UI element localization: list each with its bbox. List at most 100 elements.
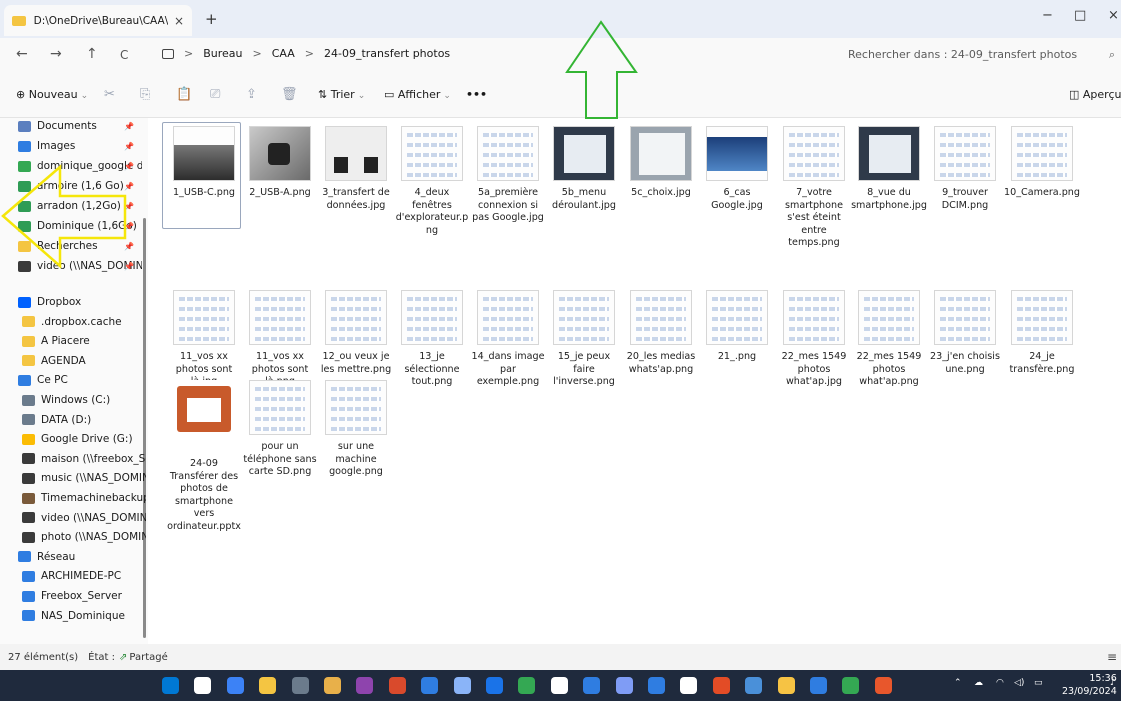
taskbar-app-icon[interactable] xyxy=(550,677,568,694)
sidebar-quick-item[interactable]: Documents 📌 xyxy=(18,120,142,132)
file-item[interactable]: 22_mes 1549 photos what'ap.png xyxy=(851,290,927,389)
taskbar-app-icon[interactable] xyxy=(680,677,698,694)
sidebar-tree-item[interactable]: Réseau xyxy=(18,551,142,563)
file-item[interactable]: 6_cas Google.jpg xyxy=(699,126,775,212)
file-item[interactable]: 22_mes 1549 photos what'ap.jpg xyxy=(776,290,852,389)
file-item[interactable]: 20_les medias whats'ap.png xyxy=(623,290,699,376)
sidebar-tree-item[interactable]: video (\\NAS_DOMINIQU xyxy=(22,512,146,524)
sidebar-tree-item[interactable]: A Piacere xyxy=(22,335,146,347)
file-item[interactable]: 9_trouver DCIM.png xyxy=(927,126,1003,212)
file-item[interactable]: 11_vos xx photos sont là.jpg xyxy=(166,290,242,389)
refresh-button[interactable]: C xyxy=(120,48,128,62)
share-icon[interactable]: ⇪ xyxy=(246,87,257,102)
taskbar-app-icon[interactable] xyxy=(226,677,244,694)
sidebar-tree-item[interactable]: NAS_Dominique xyxy=(22,610,146,622)
sidebar-tree-item[interactable]: .dropbox.cache xyxy=(22,316,146,328)
chevron-up-icon[interactable]: ⌃ xyxy=(954,678,962,688)
taskbar-app-icon[interactable] xyxy=(745,677,763,694)
search-input[interactable]: Rechercher dans : 24-09_transfert photos… xyxy=(844,45,1121,67)
sidebar-quick-item[interactable]: dominique_google driv📌 xyxy=(18,160,142,172)
rename-icon[interactable]: ⎚ xyxy=(210,87,220,102)
sidebar-tree-item[interactable]: Timemachinebackup (\\V xyxy=(22,492,146,504)
taskbar-app-icon[interactable] xyxy=(615,677,633,694)
taskbar-app-icon[interactable] xyxy=(162,677,179,694)
file-item[interactable]: 23_j'en choisis une.png xyxy=(927,290,1003,376)
taskbar-app-icon[interactable] xyxy=(486,677,503,694)
file-item[interactable]: 5a_première connexion si pas Google.jpg xyxy=(470,126,546,225)
file-item[interactable]: 5b_menu déroulant.jpg xyxy=(546,126,622,212)
new-button[interactable]: ⊕ Nouveau ⌄ xyxy=(16,88,88,101)
copy-icon[interactable]: ⎘ xyxy=(140,87,150,102)
file-item[interactable]: 12_ou veux je les mettre.png xyxy=(318,290,394,376)
paste-icon[interactable]: 📋 xyxy=(176,87,192,102)
sidebar-quick-item[interactable]: Images 📌 xyxy=(18,140,142,152)
taskbar-app-icon[interactable] xyxy=(874,677,892,694)
minimize-button[interactable]: − xyxy=(1042,8,1053,23)
file-item[interactable]: 24_je transfère.png xyxy=(1004,290,1080,376)
view-button[interactable]: ▭ Afficher ⌄ xyxy=(384,88,451,101)
file-item[interactable]: 5c_choix.jpg xyxy=(623,126,699,200)
sidebar-tree-item[interactable]: Freebox_Server xyxy=(22,590,146,602)
sidebar-tree-item[interactable]: photo (\\NAS_DOMINIQU xyxy=(22,531,146,543)
file-item[interactable]: 21_.png xyxy=(699,290,775,364)
preview-pane-button[interactable]: ◫ Aperçu xyxy=(1069,88,1121,101)
file-item[interactable]: 13_je sélectionne tout.png xyxy=(394,290,470,389)
sidebar-tree-item[interactable]: maison (\\freebox_Server xyxy=(22,453,146,465)
file-item[interactable]: sur une machine google.png xyxy=(318,380,394,479)
taskbar-app-icon[interactable] xyxy=(421,677,439,694)
battery-icon[interactable]: ▭ xyxy=(1034,678,1043,688)
sidebar-tree-item[interactable]: ARCHIMEDE-PC xyxy=(22,570,146,582)
file-item[interactable]: 10_Camera.png xyxy=(1004,126,1080,200)
maximize-button[interactable]: □ xyxy=(1074,8,1086,23)
sidebar-tree-item[interactable]: Ce PC xyxy=(18,374,142,386)
taskbar-app-icon[interactable] xyxy=(518,677,536,694)
file-item[interactable]: 14_dans image par exemple.png xyxy=(470,290,546,389)
taskbar-app-icon[interactable] xyxy=(777,677,795,694)
wifi-icon[interactable]: ◠ xyxy=(996,678,1004,688)
file-item[interactable]: 4_deux fenêtres d'explorateur.png xyxy=(394,126,470,237)
sidebar-quick-item[interactable]: Recherches 📌 xyxy=(18,240,142,252)
breadcrumb-caa[interactable]: CAA xyxy=(272,47,295,60)
taskbar-app-icon[interactable] xyxy=(712,677,730,694)
sidebar-quick-item[interactable]: arradon (1,2Go) 📌 xyxy=(18,200,142,212)
taskbar-app-icon[interactable] xyxy=(259,677,277,694)
volume-icon[interactable]: ◁) xyxy=(1014,678,1024,688)
sidebar-tree-item[interactable]: Google Drive (G:) xyxy=(22,433,146,445)
sidebar-tree-item[interactable]: Dropbox xyxy=(18,296,142,308)
sidebar-quick-item[interactable]: video (\\NAS_DOMINIC📌 xyxy=(18,260,142,272)
close-button[interactable]: × xyxy=(1108,8,1119,23)
sidebar-tree-item[interactable]: AGENDA xyxy=(22,355,146,367)
taskbar-app-icon[interactable] xyxy=(453,677,471,694)
file-item[interactable]: 11_vos xx photos sont là.png xyxy=(242,290,318,389)
taskbar-app-icon[interactable] xyxy=(291,677,309,694)
taskbar-app-icon[interactable] xyxy=(842,677,860,694)
taskbar-app-icon[interactable] xyxy=(324,677,341,694)
sidebar-tree-item[interactable]: Windows (C:) xyxy=(22,394,146,406)
file-item[interactable]: 8_vue du smartphone.jpg xyxy=(851,126,927,212)
taskbar-app-icon[interactable] xyxy=(810,677,827,694)
forward-button[interactable]: → xyxy=(50,46,62,62)
sidebar-tree-item[interactable]: music (\\NAS_DOMINIQU xyxy=(22,472,146,484)
file-item[interactable]: 24-09 Transférer des photos de smartphon… xyxy=(166,380,242,533)
file-item[interactable]: 15_je peux faire l'inverse.png xyxy=(546,290,622,389)
taskbar-app-icon[interactable] xyxy=(583,677,601,694)
notification-bell-icon[interactable]: ♪ xyxy=(1110,678,1116,688)
new-tab-button[interactable]: + xyxy=(205,10,218,28)
sort-button[interactable]: ⇅ Trier ⌄ xyxy=(318,88,365,101)
more-options-button[interactable]: ••• xyxy=(466,88,487,101)
file-item[interactable]: 3_transfert de données.jpg xyxy=(318,126,394,212)
taskbar-app-icon[interactable] xyxy=(356,677,374,694)
sidebar-quick-item[interactable]: Dominique (1,6Go) 📌 xyxy=(18,220,142,232)
taskbar-app-icon[interactable] xyxy=(648,677,665,694)
breadcrumb[interactable]: > Bureau > CAA > 24-09_transfert photos xyxy=(162,47,450,60)
breadcrumb-bureau[interactable]: Bureau xyxy=(203,47,242,60)
breadcrumb-current[interactable]: 24-09_transfert photos xyxy=(324,47,450,60)
file-item[interactable]: 2_USB-A.png xyxy=(242,126,318,200)
file-item[interactable]: pour un téléphone sans carte SD.png xyxy=(242,380,318,479)
sidebar-quick-item[interactable]: armoire (1,6 Go) 📌 xyxy=(18,180,142,192)
file-item[interactable]: 7_votre smartphone s'est éteint entre te… xyxy=(776,126,852,250)
cut-icon[interactable]: ✂ xyxy=(104,87,115,102)
onedrive-icon[interactable]: ☁ xyxy=(974,678,983,688)
tab-current-folder[interactable]: D:\OneDrive\Bureau\CAA\24-( × xyxy=(4,5,192,36)
clock[interactable]: 15:36 23/09/2024 xyxy=(1062,672,1117,698)
